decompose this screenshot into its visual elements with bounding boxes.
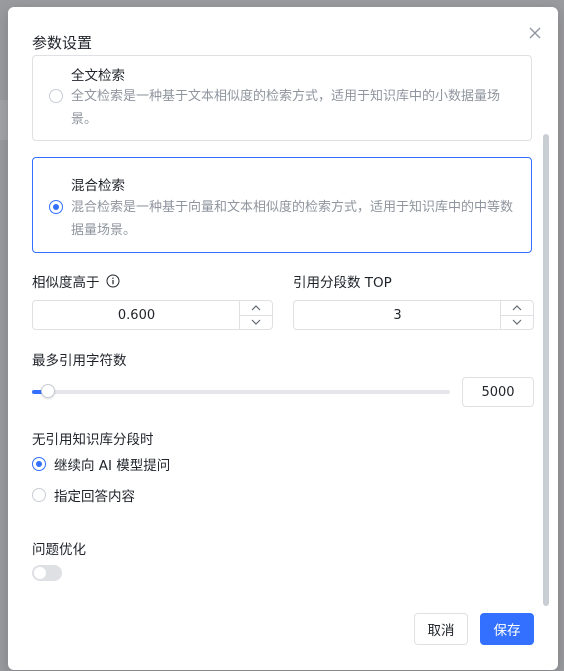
vertical-scrollbar[interactable] <box>543 134 549 606</box>
max-chars-slider[interactable] <box>32 384 450 398</box>
cancel-button[interactable]: 取消 <box>414 613 468 645</box>
similarity-label: 相似度高于 <box>32 275 100 291</box>
decrement-button[interactable] <box>501 315 533 329</box>
increment-button[interactable] <box>501 301 533 316</box>
toggle-knob <box>34 567 46 579</box>
parameter-settings-dialog: 参数设置 全文检索 全文检索是一种基于文本相似度的检索方式，适用于知识库中的小数… <box>8 7 558 670</box>
save-button[interactable]: 保存 <box>480 613 534 645</box>
search-mode-card-fulltext[interactable]: 全文检索 全文检索是一种基于文本相似度的检索方式，适用于知识库中的小数据量场景。 <box>32 55 532 141</box>
increment-button[interactable] <box>240 301 272 316</box>
radio-button[interactable] <box>32 488 46 502</box>
dialog-title: 参数设置 <box>32 34 93 52</box>
no-reference-label: 无引用知识库分段时 <box>32 432 154 448</box>
similarity-value[interactable]: 0.600 <box>33 301 240 329</box>
slider-handle[interactable] <box>40 384 55 398</box>
chevron-down-icon <box>512 319 522 325</box>
option-specify-answer[interactable]: 指定回答内容 <box>32 486 135 505</box>
search-mode-radio[interactable] <box>49 89 63 103</box>
search-mode-description: 全文检索是一种基于文本相似度的检索方式，适用于知识库中的小数据量场景。 <box>71 89 501 127</box>
search-mode-card-hybrid[interactable]: 混合检索 混合检索是一种基于向量和文本相似度的检索方式，适用于知识库中的中等数据… <box>32 157 532 253</box>
max-chars-input[interactable]: 5000 <box>462 377 534 407</box>
chevron-down-icon <box>251 319 261 325</box>
radio-button[interactable] <box>32 457 46 471</box>
top-segments-stepper[interactable]: 3 <box>293 300 534 330</box>
stepper-buttons <box>239 301 272 329</box>
top-segments-value[interactable]: 3 <box>294 301 501 329</box>
question-optimize-label: 问题优化 <box>32 542 86 558</box>
option-continue-ai[interactable]: 继续向 AI 模型提问 <box>32 455 171 474</box>
search-mode-title: 混合检索 <box>71 178 125 194</box>
stepper-buttons <box>500 301 533 329</box>
option-label: 继续向 AI 模型提问 <box>54 458 171 474</box>
max-chars-label: 最多引用字符数 <box>32 353 127 369</box>
backdrop-strip <box>0 100 8 140</box>
search-mode-radio[interactable] <box>49 200 63 214</box>
option-label: 指定回答内容 <box>54 489 135 505</box>
chevron-up-icon <box>512 305 522 311</box>
info-circle-icon[interactable] <box>106 273 120 288</box>
close-icon[interactable] <box>526 24 544 42</box>
search-mode-title: 全文检索 <box>71 68 125 84</box>
similarity-stepper[interactable]: 0.600 <box>32 300 273 330</box>
search-mode-description: 混合检索是一种基于向量和文本相似度的检索方式，适用于知识库中的中等数据量场景。 <box>71 200 514 238</box>
decrement-button[interactable] <box>240 315 272 329</box>
chevron-up-icon <box>251 305 261 311</box>
top-segments-label: 引用分段数 TOP <box>293 275 392 291</box>
question-optimize-toggle[interactable] <box>32 565 62 581</box>
